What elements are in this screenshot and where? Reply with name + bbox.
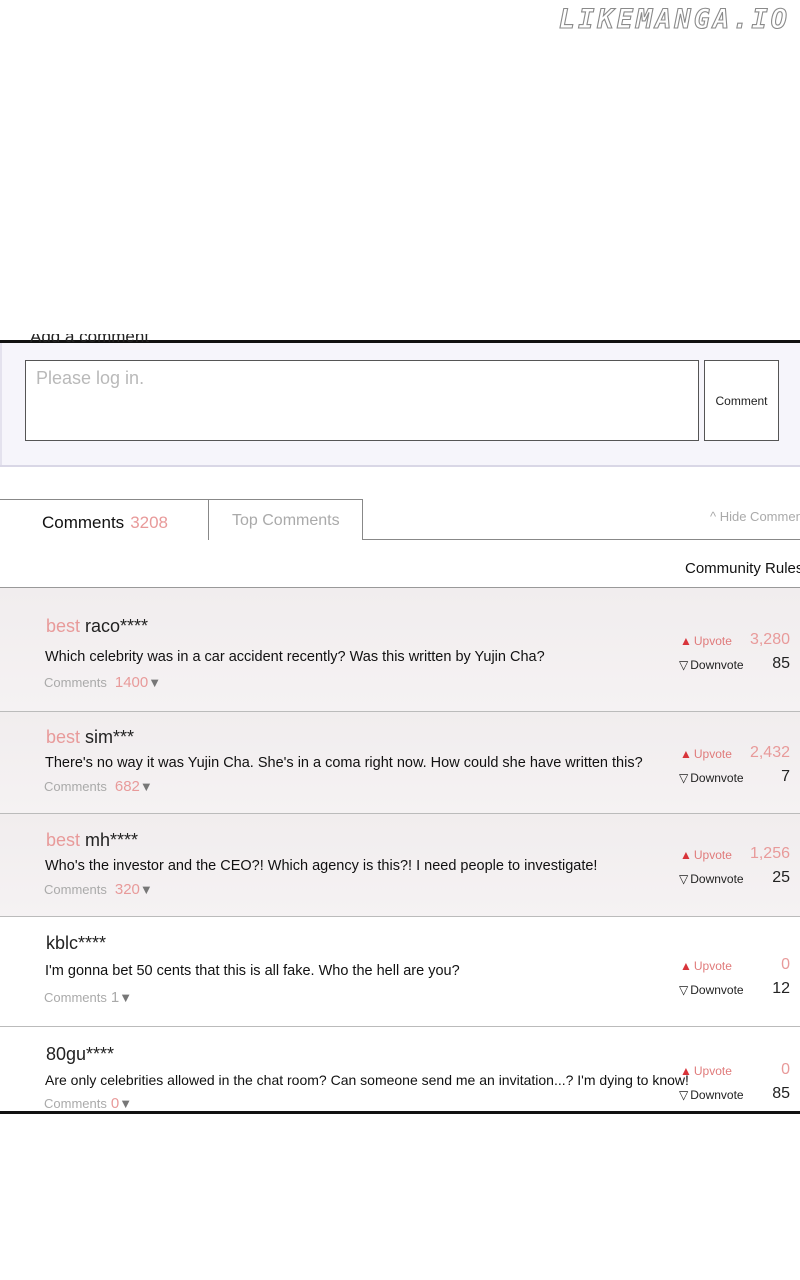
downvote-icon: ▽ [679, 771, 689, 785]
tab-comments-label: Comments 3208 [42, 513, 169, 532]
upvote-count: 1,256 [749, 845, 790, 862]
comment-submit-button[interactable]: Comment [704, 360, 779, 441]
chevron-down-icon: ▼ [119, 990, 133, 1005]
comment-item: kblc**** I'm gonna bet 50 cents that thi… [0, 917, 800, 1027]
comment-text: I'm gonna bet 50 cents that this is all … [45, 963, 460, 979]
best-badge: best [46, 616, 81, 636]
upvote-icon: ▲ [680, 848, 692, 862]
comment-item: best raco**** Which celebrity was in a ca… [0, 588, 800, 712]
upvote-button[interactable]: ▲ Upvote 3,280 [680, 631, 800, 648]
tab-comments-count: 3208 [130, 513, 169, 532]
upvote-icon: ▲ [680, 634, 692, 648]
replies-toggle[interactable]: Comments 0▼ [44, 1095, 132, 1112]
replies-toggle[interactable]: Comments 682▼ [44, 778, 153, 795]
comment-text: Are only celebrities allowed in the chat… [45, 1072, 689, 1088]
replies-toggle[interactable]: Comments 1▼ [44, 989, 132, 1006]
comment-item: best sim*** There's no way it was Yujin C… [0, 712, 800, 814]
upvote-button[interactable]: ▲ Upvote 0 [680, 956, 800, 973]
bottom-divider [0, 1111, 800, 1114]
upvote-count: 2,432 [749, 744, 790, 761]
upvote-button[interactable]: ▲ Upvote 2,432 [680, 744, 800, 761]
downvote-button[interactable]: ▽ Downvote 7 [679, 768, 800, 785]
tab-top-comments[interactable]: Top Comments [208, 499, 363, 540]
comment-username: 80gu**** [46, 1044, 115, 1064]
chevron-down-icon: ▼ [139, 882, 153, 897]
downvote-button[interactable]: ▽ Downvote 85 [679, 1085, 800, 1102]
comment-text: There's no way it was Yujin Cha. She's i… [45, 755, 643, 771]
upvote-icon: ▲ [680, 1064, 692, 1078]
upvote-count: 3,280 [749, 631, 790, 648]
upvote-count: 0 [781, 1061, 790, 1078]
chevron-down-icon: ▼ [139, 779, 153, 794]
upvote-button[interactable]: ▲ Upvote 1,256 [680, 845, 800, 862]
comment-form: Add a comment Please log in. Comment [0, 334, 800, 467]
chevron-down-icon: ▼ [119, 1096, 133, 1111]
downvote-count: 7 [781, 768, 790, 785]
comment-item: best mh**** Who's the investor and the CE… [0, 814, 800, 917]
upvote-icon: ▲ [680, 959, 692, 973]
downvote-icon: ▽ [679, 1088, 689, 1102]
downvote-button[interactable]: ▽ Downvote 25 [679, 869, 800, 886]
comment-username: best sim*** [46, 727, 135, 747]
comment-form-title: Add a comment [30, 334, 150, 346]
tab-comments[interactable]: Comments 3208 [0, 499, 208, 541]
comment-item: 80gu**** Are only celebrities allowed in… [0, 1027, 800, 1112]
downvote-count: 85 [772, 1085, 790, 1102]
upvote-count: 0 [781, 956, 790, 973]
downvote-button[interactable]: ▽ Downvote 85 [679, 655, 800, 672]
best-badge: best [46, 830, 81, 850]
comment-input-placeholder: Please log in. [36, 368, 145, 388]
downvote-count: 25 [772, 869, 790, 886]
tab-top-comments-label: Top Comments [232, 512, 340, 529]
community-rules-link[interactable]: Community Rules [685, 560, 800, 577]
downvote-icon: ▽ [679, 983, 689, 997]
watermark: LIKEMANGA.IO [558, 3, 790, 35]
replies-toggle[interactable]: Comments 320▼ [44, 881, 153, 898]
replies-toggle[interactable]: Comments 1400▼ [44, 674, 161, 691]
downvote-button[interactable]: ▽ Downvote 12 [679, 980, 800, 997]
comment-text: Which celebrity was in a car accident re… [45, 649, 545, 665]
upvote-button[interactable]: ▲ Upvote 0 [680, 1061, 800, 1078]
hide-comments-link[interactable]: ^ Hide Comments [710, 509, 800, 524]
comment-text: Who's the investor and the CEO?! Which a… [45, 858, 598, 874]
upvote-icon: ▲ [680, 747, 692, 761]
chevron-down-icon: ▼ [148, 675, 162, 690]
comment-input[interactable]: Please log in. [25, 360, 699, 441]
comment-username: best raco**** [46, 616, 149, 636]
downvote-count: 12 [772, 980, 790, 997]
comment-username: best mh**** [46, 830, 139, 850]
best-badge: best [46, 727, 81, 747]
comment-username: kblc**** [46, 933, 107, 953]
downvote-icon: ▽ [679, 872, 689, 886]
downvote-icon: ▽ [679, 658, 689, 672]
downvote-count: 85 [772, 655, 790, 672]
